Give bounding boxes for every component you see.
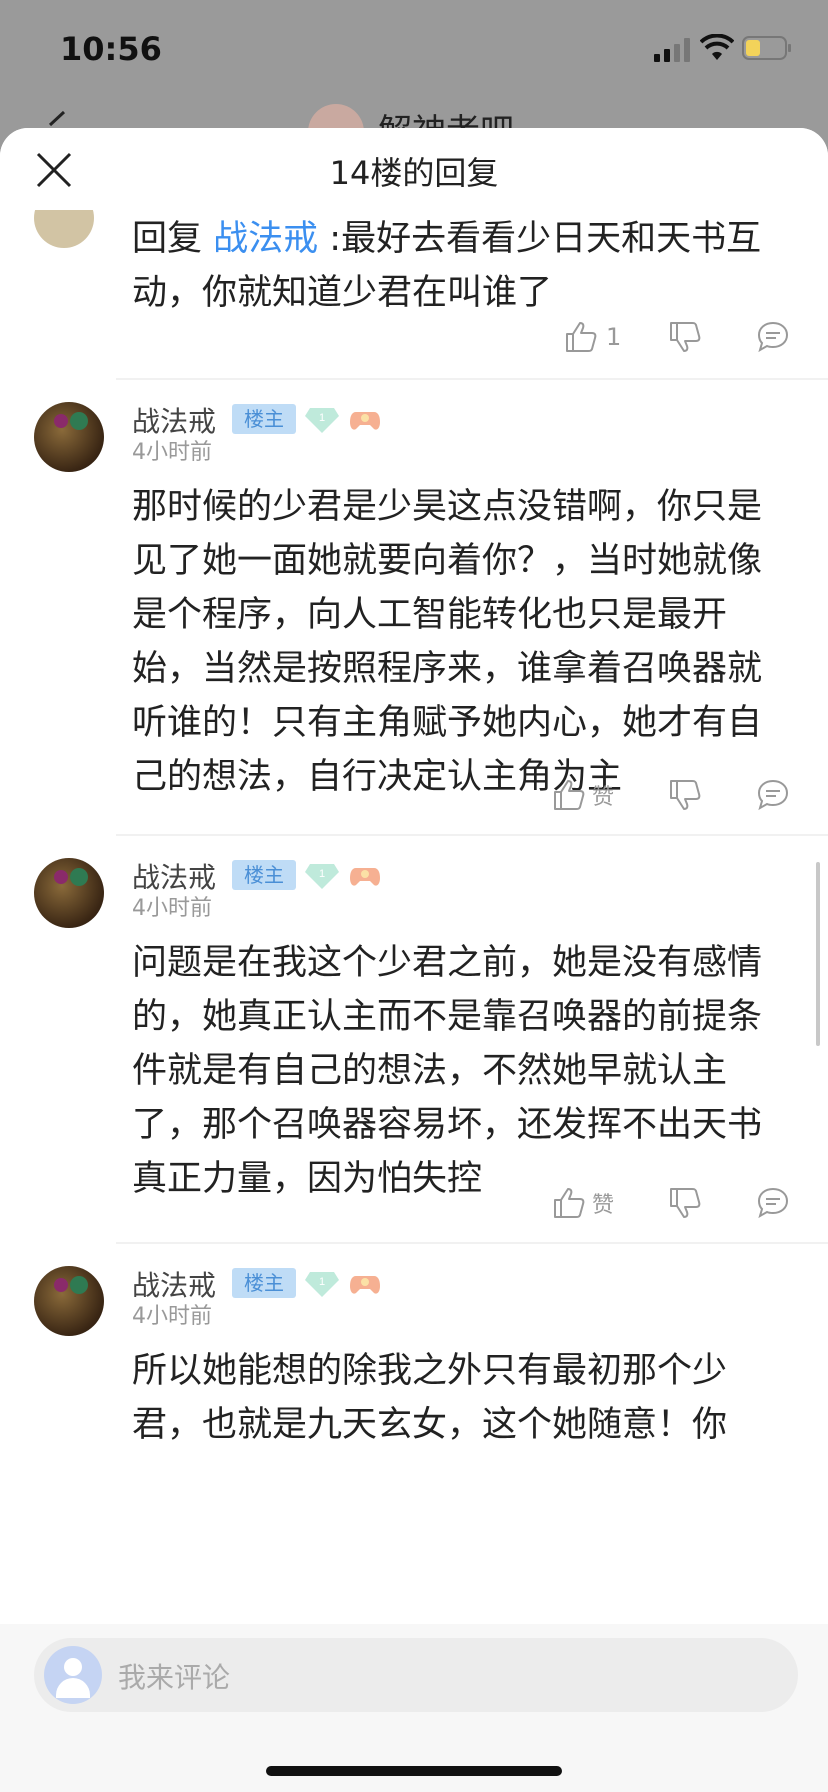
like-count: 1 — [606, 323, 622, 351]
avatar[interactable] — [34, 402, 104, 472]
scrollbar[interactable] — [816, 862, 820, 1046]
comment-text: 问题是在我这个少君之前，她是没有感情的，她真正认主而不是靠召唤器的前提条件就是有… — [132, 943, 763, 1199]
svg-text:1: 1 — [319, 868, 325, 880]
avatar[interactable] — [34, 1266, 104, 1336]
comment-button[interactable] — [756, 320, 790, 354]
thumbs-down-icon — [670, 322, 701, 352]
post-time: 4小时前 — [132, 896, 212, 921]
comment-button[interactable] — [756, 778, 790, 812]
thumbs-up-icon — [554, 780, 585, 810]
reply-actions: 1 — [0, 320, 828, 364]
thumbs-up-icon — [554, 1188, 585, 1218]
owner-badge: 楼主 — [232, 860, 296, 890]
svg-text:1: 1 — [319, 412, 325, 424]
diamond-level-icon: 1 — [305, 1272, 339, 1297]
divider — [116, 834, 828, 836]
comment-icon — [757, 1187, 789, 1219]
comment-icon — [757, 779, 789, 811]
owner-badge: 楼主 — [232, 1268, 296, 1298]
status-bar: 10:56 — [0, 0, 828, 100]
signal-icon — [654, 38, 690, 62]
user-avatar-icon — [44, 1646, 102, 1704]
dislike-button[interactable] — [668, 1186, 702, 1220]
gamepad-icon — [350, 868, 380, 886]
mention-link[interactable]: 战法戒 — [213, 219, 318, 259]
comment-placeholder: 我来评论 — [118, 1661, 231, 1694]
sheet-header: 14楼的回复 — [0, 128, 828, 210]
gamepad-icon — [350, 412, 380, 430]
like-button[interactable]: 赞 — [552, 778, 614, 812]
thumbs-down-icon — [670, 780, 701, 810]
like-label: 赞 — [592, 1193, 615, 1218]
thumbs-down-icon — [670, 1188, 701, 1218]
comment-icon — [757, 321, 789, 353]
dislike-button[interactable] — [668, 320, 702, 354]
owner-badge: 楼主 — [232, 404, 296, 434]
like-button[interactable]: 1 — [564, 320, 621, 354]
comment-text: 所以她能想的除我之外只有最初那个少君，也就是九天玄女，这个她随意！你 — [132, 1351, 728, 1445]
comment-button[interactable] — [756, 1186, 790, 1220]
status-time: 10:56 — [60, 30, 162, 68]
home-indicator[interactable] — [266, 1766, 562, 1776]
like-button[interactable]: 赞 — [552, 1186, 614, 1220]
thumbs-up-icon — [566, 322, 597, 352]
sheet-title: 14楼的回复 — [329, 154, 499, 192]
battery-icon — [742, 36, 791, 60]
wifi-icon — [700, 34, 734, 60]
gamepad-icon — [350, 1276, 380, 1294]
divider — [116, 378, 828, 380]
like-label: 赞 — [592, 785, 615, 810]
post-time: 4小时前 — [132, 1304, 212, 1329]
svg-text:1: 1 — [319, 1276, 325, 1288]
diamond-level-icon: 1 — [305, 864, 339, 889]
comment-text: 那时候的少君是少昊这点没错啊，你只是见了她一面她就要向着你？，当时她就像是个程序… — [132, 487, 763, 797]
comment-actions: 赞 — [0, 778, 828, 822]
reply-text: 回复 战法戒 :最好去看看少日天和天书互动，你就知道少君在叫谁了 — [132, 219, 762, 313]
dislike-button[interactable] — [668, 778, 702, 812]
comment-input[interactable]: 我来评论 — [34, 1638, 798, 1712]
diamond-level-icon: 1 — [305, 408, 339, 433]
avatar[interactable] — [34, 858, 104, 928]
divider — [116, 1242, 828, 1244]
comment-actions: 赞 — [0, 1186, 828, 1230]
reply-sheet: 14楼的回复 回复 战法戒 :最好去看看少日天和天书互动，你就知道少君在叫谁了 … — [0, 128, 828, 1792]
post-time: 4小时前 — [132, 440, 212, 465]
